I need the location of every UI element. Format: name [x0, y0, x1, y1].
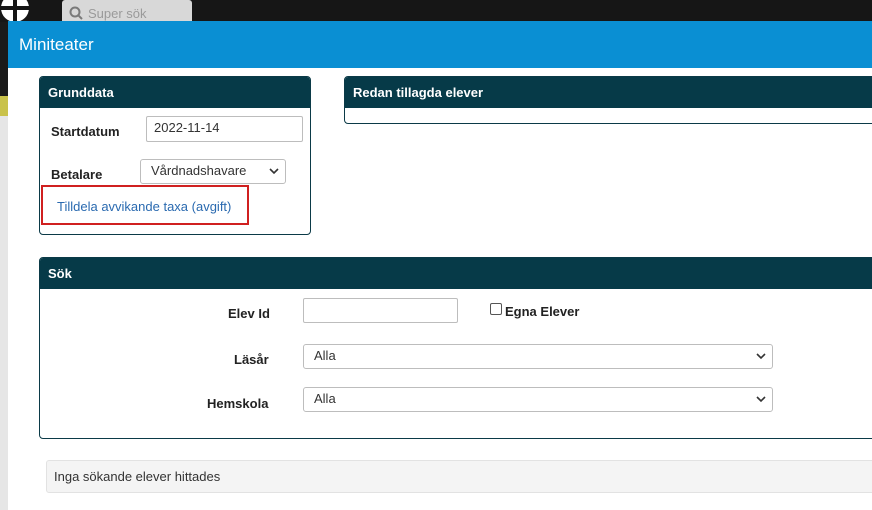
chevron-down-icon — [269, 168, 279, 175]
elev-id-input[interactable] — [303, 298, 458, 323]
dialog-title: Miniteater — [19, 35, 94, 54]
redan-tillagda-header: Redan tillagda elever — [345, 77, 872, 108]
betalare-select[interactable]: Vårdnadshavare — [140, 159, 286, 184]
no-results-text: Inga sökande elever hittades — [54, 469, 221, 484]
startdatum-value: 2022-11-14 — [154, 120, 220, 135]
background-strip — [0, 96, 8, 116]
lasar-label: Läsår — [234, 352, 269, 367]
startdatum-input[interactable]: 2022-11-14 — [146, 116, 303, 142]
elev-id-label: Elev Id — [228, 306, 270, 321]
app-logo-icon — [0, 0, 30, 22]
background-panel — [0, 116, 8, 510]
startdatum-label: Startdatum — [51, 124, 120, 139]
betalare-value: Vårdnadshavare — [151, 163, 247, 178]
no-results-message: Inga sökande elever hittades — [46, 460, 872, 493]
egna-elever-checkbox[interactable] — [490, 303, 502, 315]
sok-panel: Sök Elev Id Egna Elever Läsår Alla Hemsk… — [39, 257, 872, 439]
chevron-down-icon — [756, 396, 766, 403]
egna-elever-label: Egna Elever — [505, 304, 580, 319]
hemskola-value: Alla — [314, 391, 336, 406]
search-icon — [69, 6, 83, 20]
dialog-header: Miniteater — [8, 21, 872, 68]
super-search-placeholder: Super sök — [88, 6, 147, 21]
chevron-down-icon — [756, 353, 766, 360]
redan-tillagda-panel: Redan tillagda elever — [344, 76, 872, 124]
avvikande-taxa-link[interactable]: Tilldela avvikande taxa (avgift) — [57, 199, 231, 214]
hemskola-label: Hemskola — [207, 396, 269, 411]
betalare-label: Betalare — [51, 167, 103, 182]
hemskola-select[interactable]: Alla — [303, 387, 773, 412]
background-top-bar: Super sök — [0, 0, 872, 26]
grunddata-panel: Grunddata Startdatum 2022-11-14 Betalare… — [39, 76, 311, 235]
grunddata-header: Grunddata — [40, 77, 310, 108]
lasar-select[interactable]: Alla — [303, 344, 773, 369]
sok-header: Sök — [40, 258, 872, 289]
miniteater-dialog: Miniteater Grunddata Startdatum 2022-11-… — [8, 21, 872, 510]
lasar-value: Alla — [314, 348, 336, 363]
